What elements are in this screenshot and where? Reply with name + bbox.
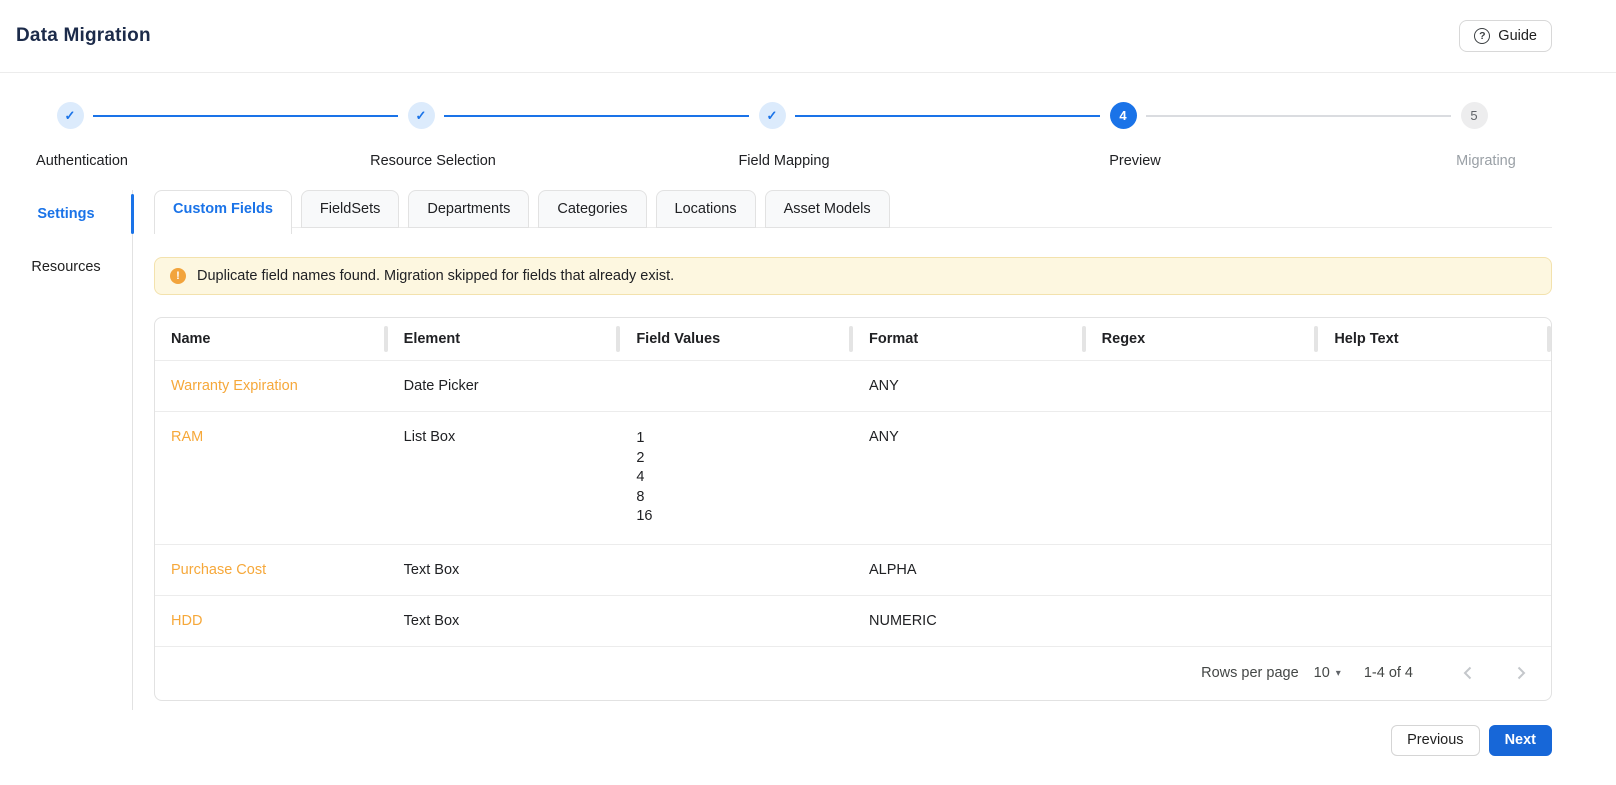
check-icon: ✓ <box>407 102 435 129</box>
step-number-badge: 5 <box>1460 102 1488 129</box>
table-row: Purchase Cost Text Box ALPHA <box>155 543 1551 595</box>
sidebar-item-settings[interactable]: Settings <box>0 194 134 234</box>
column-header-name: Name <box>155 318 388 360</box>
field-name-link[interactable]: Purchase Cost <box>155 545 388 595</box>
field-value: 2 <box>636 449 645 466</box>
previous-page-button[interactable] <box>1453 659 1481 687</box>
column-resize-handle[interactable] <box>1547 326 1551 352</box>
field-name-link[interactable]: RAM <box>155 412 388 544</box>
content-area: Settings Resources Custom Fields FieldSe… <box>0 190 1616 756</box>
field-element: List Box <box>403 429 456 445</box>
field-help-text <box>1318 361 1551 411</box>
column-header-regex: Regex <box>1086 318 1319 360</box>
field-format: ALPHA <box>869 561 917 578</box>
main-panel: Custom Fields FieldSets Departments Cate… <box>133 190 1616 756</box>
page-header: Data Migration ? Guide <box>0 0 1616 73</box>
field-format: NUMERIC <box>869 612 937 629</box>
rows-per-page-label: Rows per page <box>1201 665 1299 681</box>
check-icon: ✓ <box>56 102 84 129</box>
column-header-format: Format <box>853 318 1086 360</box>
table-row: Warranty Expiration Date Picker ANY <box>155 360 1551 411</box>
field-format: ANY <box>869 378 899 394</box>
step-label: Migrating <box>1456 153 1516 169</box>
step-migrating: 5 Migrating <box>1364 102 1584 169</box>
tab-custom-fields[interactable]: Custom Fields <box>154 190 292 234</box>
field-element: Text Box <box>403 561 460 578</box>
table-header-row: Name Element Field Values Format Regex H… <box>155 318 1551 360</box>
page-title: Data Migration <box>16 25 151 46</box>
field-help-text <box>1318 545 1551 595</box>
guide-button-label: Guide <box>1498 28 1537 44</box>
step-preview: 4 Preview <box>1013 102 1233 169</box>
step-field-mapping: ✓ Field Mapping <box>662 102 882 169</box>
step-label: Authentication <box>36 153 128 169</box>
check-icon: ✓ <box>758 102 786 129</box>
step-label: Resource Selection <box>370 153 496 169</box>
field-values: 1 2 4 8 16 <box>620 412 853 544</box>
step-authentication: ✓ Authentication <box>0 102 180 169</box>
pagination-range: 1-4 of 4 <box>1363 665 1413 681</box>
field-element: Date Picker <box>403 378 479 394</box>
field-format: ANY <box>869 429 899 445</box>
field-regex <box>1086 545 1319 595</box>
wizard-footer: Previous Next <box>154 724 1552 756</box>
help-circle-icon: ? <box>1474 28 1491 44</box>
dropdown-arrow-icon: ▾ <box>1335 667 1341 679</box>
table-pagination: Rows per page 10 ▾ 1-4 of 4 <box>155 645 1551 700</box>
sidebar: Settings Resources <box>0 190 134 710</box>
table-row: RAM List Box 1 2 4 8 16 ANY <box>155 411 1551 544</box>
sidebar-item-resources[interactable]: Resources <box>0 247 132 287</box>
field-values <box>620 361 853 411</box>
column-header-field-values: Field Values <box>620 318 853 360</box>
custom-fields-table: Name Element Field Values Format Regex H… <box>154 317 1552 701</box>
field-value: 8 <box>636 488 645 505</box>
next-button[interactable]: Next <box>1488 724 1552 756</box>
column-header-element: Element <box>388 318 621 360</box>
step-label: Preview <box>1109 153 1161 169</box>
migration-stepper: ✓ Authentication ✓ Resource Selection ✓ … <box>0 73 1616 190</box>
field-help-text <box>1318 596 1551 646</box>
field-value: 16 <box>636 508 653 524</box>
field-name-link[interactable]: Warranty Expiration <box>155 361 388 411</box>
field-name-link[interactable]: HDD <box>155 596 388 646</box>
column-header-help-text: Help Text <box>1318 318 1551 360</box>
field-value: 4 <box>636 469 645 485</box>
field-help-text <box>1318 412 1551 544</box>
warning-message: Duplicate field names found. Migration s… <box>197 268 675 284</box>
step-number-badge: 4 <box>1109 102 1137 129</box>
field-regex <box>1086 412 1319 544</box>
field-values <box>620 596 853 646</box>
step-resource-selection: ✓ Resource Selection <box>311 102 531 169</box>
tab-bar: Custom Fields FieldSets Departments Cate… <box>154 190 1552 234</box>
tab-fieldsets[interactable]: FieldSets <box>300 190 400 228</box>
chevron-right-icon <box>1517 666 1525 680</box>
tab-departments[interactable]: Departments <box>408 190 530 228</box>
field-regex <box>1086 596 1319 646</box>
tab-locations[interactable]: Locations <box>655 190 756 228</box>
field-values <box>620 545 853 595</box>
chevron-left-icon <box>1463 666 1471 680</box>
step-label: Field Mapping <box>738 153 830 169</box>
previous-button[interactable]: Previous <box>1391 724 1480 756</box>
table-row: HDD Text Box NUMERIC <box>155 594 1551 646</box>
tab-categories[interactable]: Categories <box>538 190 647 228</box>
field-element: Text Box <box>403 612 460 629</box>
guide-button[interactable]: ? Guide <box>1459 20 1552 52</box>
rows-per-page-select[interactable]: 10 ▾ <box>1314 665 1341 681</box>
tab-asset-models[interactable]: Asset Models <box>764 190 890 228</box>
duplicate-warning-banner: ! Duplicate field names found. Migration… <box>154 257 1552 295</box>
field-value: 1 <box>636 430 645 446</box>
next-page-button[interactable] <box>1507 659 1535 687</box>
field-regex <box>1086 361 1319 411</box>
warning-icon: ! <box>170 268 186 284</box>
